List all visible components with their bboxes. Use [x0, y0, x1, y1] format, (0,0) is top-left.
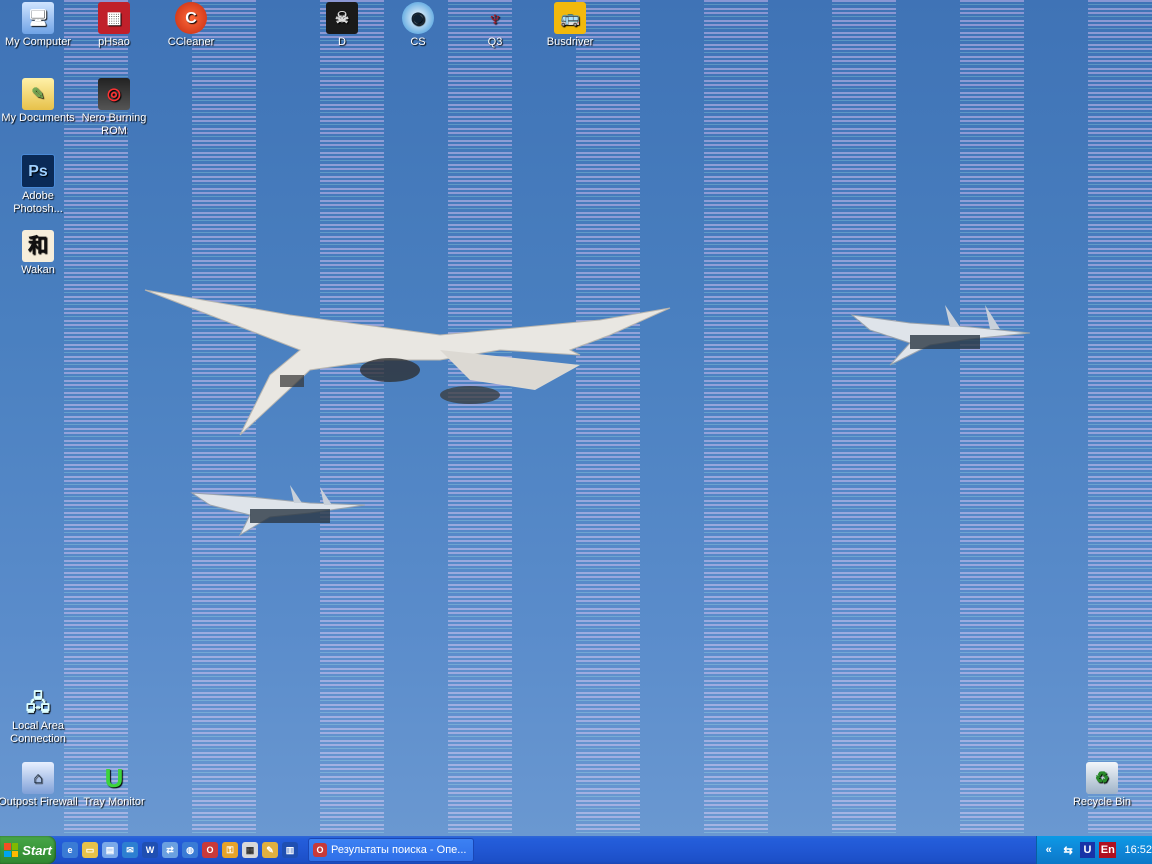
- wallpaper-bomber-plane: [144, 289, 671, 436]
- skull-icon: ☠: [326, 2, 358, 34]
- desktop-icon-busdriver[interactable]: 🚌 Busdriver: [530, 2, 610, 49]
- wakan-icon: 和: [22, 230, 54, 262]
- tray-monitor-icon: U: [104, 762, 124, 793]
- app-red-icon: ▦: [98, 2, 130, 34]
- folder-icon[interactable]: ▭: [82, 842, 98, 858]
- opera-icon[interactable]: O: [202, 842, 218, 858]
- desktop-icon-q3[interactable]: ♆ Q3: [455, 2, 535, 49]
- desktop-icon-phsao[interactable]: ▦ pHsao: [74, 2, 154, 49]
- desktop-icon-my-documents[interactable]: ✎ My Documents: [0, 78, 78, 125]
- clock[interactable]: 16:52: [1124, 844, 1152, 856]
- start-button[interactable]: Start: [0, 836, 56, 864]
- wallpaper-glitch-column: [832, 0, 896, 836]
- desktop: 🖥 My Computer ▦ pHsao C CCleaner ☠ D ◉ C…: [0, 0, 1152, 836]
- internet-explorer-icon[interactable]: e: [62, 842, 78, 858]
- network-icon: 🖧: [25, 689, 51, 715]
- photoshop-icon: Ps: [21, 154, 55, 188]
- wallpaper-fighter-plane: [850, 305, 1031, 366]
- desktop-icon-my-computer[interactable]: 🖥 My Computer: [0, 2, 78, 49]
- windows-logo-icon: [4, 843, 19, 857]
- expand-tray-icon[interactable]: «: [1041, 842, 1056, 858]
- desktop-icon-recycle-bin[interactable]: ♻ Recycle Bin: [1062, 762, 1142, 809]
- wallpaper-glitch-column: [960, 0, 1024, 836]
- pencil-icon[interactable]: ✎: [262, 842, 278, 858]
- ccleaner-icon: C: [175, 2, 207, 34]
- desktop-icon-wakan[interactable]: 和 Wakan: [0, 230, 78, 277]
- network-icon[interactable]: ⇄: [162, 842, 178, 858]
- lock-icon[interactable]: ⚿: [222, 842, 238, 858]
- word-icon[interactable]: W: [142, 842, 158, 858]
- outlook-icon[interactable]: ✉: [122, 842, 138, 858]
- recycle-bin-icon: ♻: [1086, 762, 1118, 794]
- show-desktop-icon[interactable]: ▤: [102, 842, 118, 858]
- firewall-icon: ⌂: [22, 762, 54, 794]
- taskbar: Start e ▭ ▤ ✉ W ⇄ ◍ O ⚿ ▦ ✎ ▥ O Результа…: [0, 836, 1152, 864]
- desktop-icon-d[interactable]: ☠ D: [302, 2, 382, 49]
- desktop-icon-ccleaner[interactable]: C CCleaner: [151, 2, 231, 49]
- nero-icon: ◎: [98, 78, 130, 110]
- desktop-icon-nero[interactable]: ◎ Nero Burning ROM: [74, 78, 154, 138]
- book-icon[interactable]: ▥: [282, 842, 298, 858]
- desktop-icon-outpost-firewall[interactable]: ⌂ Outpost Firewall: [0, 762, 78, 809]
- system-tray: « ⇆ U En 16:52: [1036, 836, 1152, 864]
- wallpaper-glitch-column: [704, 0, 768, 836]
- language-indicator[interactable]: En: [1099, 842, 1117, 858]
- desktop-icon-local-area-connection[interactable]: 🖧 Local Area Connection: [0, 686, 78, 746]
- globe-icon[interactable]: ◍: [182, 842, 198, 858]
- quick-launch: e ▭ ▤ ✉ W ⇄ ◍ O ⚿ ▦ ✎ ▥: [56, 842, 304, 858]
- computer-icon: 🖥: [22, 2, 54, 34]
- cs-icon: ◉: [402, 2, 434, 34]
- desktop-icon-photoshop[interactable]: Ps Adobe Photosh...: [0, 154, 78, 216]
- wallpaper-glitch-column: [1088, 0, 1152, 836]
- wallpaper-fighter-plane-2: [190, 485, 366, 537]
- calendar-icon[interactable]: ▦: [242, 842, 258, 858]
- bus-icon: 🚌: [554, 2, 586, 34]
- folder-icon: ✎: [22, 78, 54, 110]
- tray-monitor-tray-icon[interactable]: U: [1079, 842, 1096, 858]
- desktop-icon-cs[interactable]: ◉ CS: [378, 2, 458, 49]
- network-tray-icon[interactable]: ⇆: [1060, 842, 1075, 858]
- q3-icon: ♆: [486, 5, 504, 31]
- opera-icon: O: [313, 843, 327, 857]
- taskbar-window-button[interactable]: O Результаты поиска - Опе...: [308, 838, 474, 862]
- desktop-icon-tray-monitor[interactable]: U Tray Monitor: [74, 762, 154, 809]
